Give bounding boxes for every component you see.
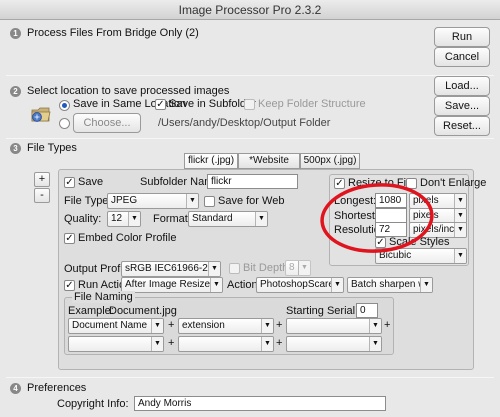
chevron-down-icon: ▼ [255,212,267,226]
naming-select-4[interactable]: ▼ [68,336,164,352]
section-1-number: 1 [10,28,21,39]
window-title: Image Processor Pro 2.3.2 [0,0,500,20]
bit-depth-checkbox[interactable] [229,263,240,274]
example-label: Example: [68,305,114,317]
annotation-ellipse [320,183,434,253]
naming-value-1: Document Name [72,320,148,331]
save-file-type-checkbox[interactable]: ✓ [64,177,75,188]
image-processor-window: Image Processor Pro 2.3.2 1 Process File… [0,0,500,417]
keep-folder-structure-label: Keep Folder Structure [258,98,366,110]
run-action-value: After Image Resize [125,279,211,290]
section-1-label: Process Files From Bridge Only (2) [27,27,199,39]
format-label: Format: [153,213,191,225]
chevron-down-icon: ▼ [151,319,163,333]
bit-depth-select[interactable]: 8 ▼ [285,260,311,276]
chevron-down-icon: ▼ [128,212,140,226]
chevron-down-icon: ▼ [210,278,222,292]
naming-value-2: extension [182,320,225,331]
cancel-button[interactable]: Cancel [434,47,490,67]
starting-serial-input[interactable]: 0 [356,303,378,318]
add-file-type-button[interactable]: + [34,172,50,187]
chevron-down-icon: ▼ [454,249,466,263]
tab-flickr[interactable]: flickr (.jpg) [184,153,238,169]
quality-select[interactable]: 12 ▼ [107,211,141,227]
quality-label: Quality: [64,213,102,225]
naming-plus: + [168,319,175,331]
separator [6,138,494,139]
bit-depth-value: 8 [289,262,295,273]
choose-button[interactable]: Choose... [73,113,141,133]
tab-500px[interactable]: 500px (.jpg) [300,153,360,169]
save-same-location-radio[interactable] [59,100,70,111]
run-button[interactable]: Run [434,27,490,47]
action-set-select[interactable]: PhotoshopScaresMe ▼ [256,277,344,293]
chevron-down-icon: ▼ [208,262,220,276]
section-4-number: 4 [10,383,21,394]
naming-plus: + [276,319,283,331]
run-action-checkbox[interactable]: ✓ [64,280,75,291]
section-3-number: 3 [10,143,21,154]
file-naming-label: File Naming [72,291,135,303]
save-in-subfolder-label: Save in Subfolder [169,98,256,110]
section-2-number: 2 [10,86,21,97]
copyright-input[interactable]: Andy Morris [134,396,386,411]
chevron-down-icon: ▼ [420,278,432,292]
chevron-down-icon: ▼ [261,337,273,351]
output-path: /Users/andy/Desktop/Output Folder [158,117,331,129]
format-select[interactable]: Standard ▼ [188,211,268,227]
chevron-down-icon: ▼ [261,319,273,333]
chevron-down-icon: ▼ [331,278,343,292]
naming-select-3[interactable]: ▼ [286,318,382,334]
copyright-label: Copyright Info: [57,398,129,410]
tab-website[interactable]: *Website (.jpg) [238,153,300,180]
reset-button[interactable]: Reset... [434,116,490,136]
example-value: Document.jpg [109,305,177,317]
load-button[interactable]: Load... [434,76,490,96]
embed-profile-label: Embed Color Profile [78,232,177,244]
save-for-web-label: Save for Web [218,195,285,207]
save-file-type-label: Save [78,176,104,188]
remove-file-type-button[interactable]: - [34,188,50,203]
choose-location-radio[interactable] [59,118,70,129]
chevron-down-icon: ▼ [454,223,466,237]
naming-select-5[interactable]: ▼ [178,336,274,352]
section-3-label: File Types [27,142,77,154]
naming-select-6[interactable]: ▼ [286,336,382,352]
chevron-down-icon: ▼ [454,194,466,208]
file-type-select[interactable]: JPEG ▼ [107,193,199,209]
naming-plus: + [384,319,391,331]
quality-value: 12 [111,213,123,224]
naming-plus: + [276,337,283,349]
section-4-label: Preferences [27,382,87,394]
save-for-web-checkbox[interactable] [204,196,215,207]
save-settings-button[interactable]: Save... [434,96,490,116]
chevron-down-icon: ▼ [186,194,198,208]
chevron-down-icon: ▼ [454,209,466,223]
action-select[interactable]: Batch sharpen wit... ▼ [347,277,433,293]
file-type-label: File Type: [64,195,112,207]
separator [6,75,494,76]
embed-profile-checkbox[interactable]: ✓ [64,233,75,244]
folder-icon [30,104,52,124]
format-value: Standard [192,213,233,224]
separator [6,377,494,378]
output-profile-select[interactable]: sRGB IEC61966-2.1 ▼ [121,261,221,277]
chevron-down-icon: ▼ [298,261,310,275]
output-profile-value: sRGB IEC61966-2.1 [125,263,217,274]
naming-plus: + [168,337,175,349]
run-action-select[interactable]: After Image Resize ▼ [121,277,223,293]
subfolder-name-input[interactable]: flickr [207,174,298,189]
section-2-label: Select location to save processed images [27,85,230,97]
chevron-down-icon: ▼ [151,337,163,351]
naming-select-2[interactable]: extension ▼ [178,318,274,334]
save-in-subfolder-checkbox[interactable]: ✓ [155,99,166,110]
file-type-value: JPEG [111,195,138,206]
chevron-down-icon: ▼ [369,337,381,351]
naming-select-1[interactable]: Document Name ▼ [68,318,164,334]
chevron-down-icon: ▼ [369,319,381,333]
keep-folder-structure-checkbox[interactable] [244,99,255,110]
